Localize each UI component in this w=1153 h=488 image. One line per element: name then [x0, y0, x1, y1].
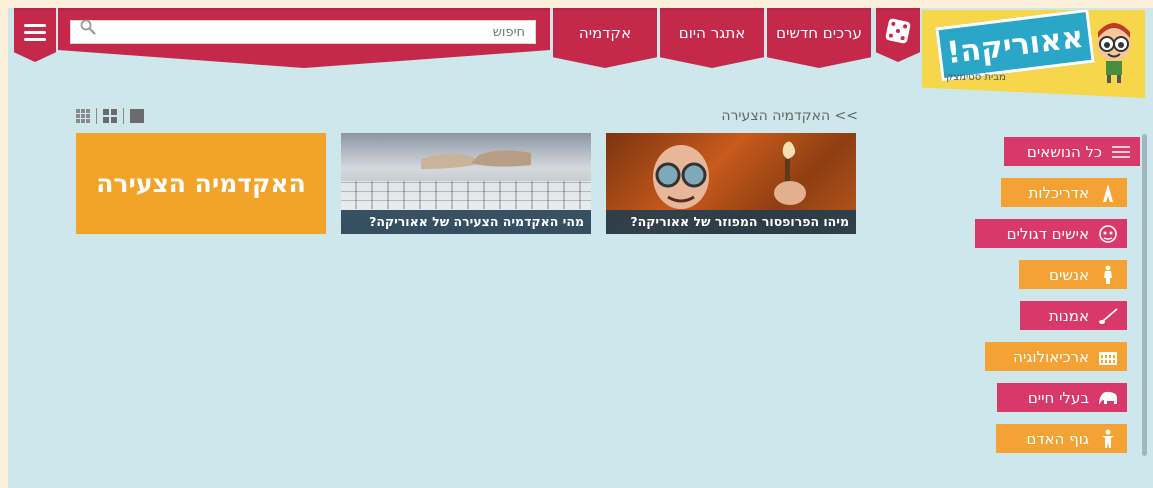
list-icon — [1112, 145, 1130, 158]
top-navigation-bar: אקדמיה אתגר היום ערכים חדשים אאוריקה! מב… — [8, 8, 1153, 98]
sidebar-item-archaeology[interactable]: ארכיאולוגיה — [985, 342, 1127, 371]
sidebar-item-human-body[interactable]: גוף האדם — [996, 424, 1127, 453]
eiffel-tower-icon — [1103, 183, 1113, 202]
logo-subtitle: מבית סטימצקי — [944, 72, 1006, 83]
sidebar-item-label: אישים דגולים — [1006, 224, 1089, 243]
section-card-title: האקדמיה הצעירה — [96, 169, 306, 198]
search-bar-tab — [58, 8, 550, 68]
sidebar-item-label: ארכיאולוגיה — [1013, 347, 1089, 366]
paintbrush-icon — [1099, 307, 1118, 324]
search-box — [70, 18, 536, 44]
sidebar-item-art[interactable]: אמנות — [1020, 301, 1127, 330]
random-entry-button[interactable] — [876, 8, 920, 62]
sidebar-item-label: אמנות — [1048, 306, 1089, 325]
sidebar-item-label: גוף האדם — [1026, 429, 1089, 448]
search-icon[interactable] — [79, 18, 97, 36]
sidebar-scrollbar[interactable] — [1142, 134, 1147, 456]
torch-icon — [774, 141, 806, 205]
breadcrumb[interactable]: >> האקדמיה הצעירה — [608, 108, 858, 124]
sidebar-item-architecture[interactable]: אדריכלות — [1001, 178, 1127, 207]
nav-tab-label: ערכים חדשים — [776, 24, 862, 42]
article-card-professor[interactable]: מיהו הפרופסור המפוזר של אאוריקה? — [606, 133, 856, 234]
search-input[interactable] — [97, 23, 527, 41]
elephant-icon — [1099, 391, 1117, 404]
einstein-face-icon — [1099, 224, 1117, 243]
section-card-young-academy[interactable]: האקדמיה הצעירה — [76, 133, 326, 234]
nav-tab-academy[interactable]: אקדמיה — [553, 8, 657, 68]
sidebar-item-label: אנשים — [1049, 265, 1089, 284]
grid-large-view-icon[interactable] — [103, 109, 117, 123]
nav-tab-label: אקדמיה — [578, 24, 632, 42]
dice-icon — [884, 17, 912, 45]
logo-title: אאוריקה! — [935, 10, 1095, 82]
card-caption: מיהו הפרופסור המפוזר של אאוריקה? — [606, 210, 856, 234]
view-mode-toggles — [76, 108, 144, 124]
nav-tab-label: אתגר היום — [678, 24, 746, 42]
card-caption: מהי האקדמיה הצעירה של אאוריקה? — [341, 210, 591, 234]
sidebar-item-great-figures[interactable]: אישים דגולים — [975, 219, 1127, 248]
menu-button[interactable] — [14, 8, 56, 62]
professor-photo-icon — [653, 145, 709, 209]
site-logo[interactable]: אאוריקה! מבית סטימצקי — [922, 10, 1145, 98]
sidebar-item-label: אדריכלות — [1028, 183, 1089, 202]
sidebar-item-label: בעלי חיים — [1027, 388, 1089, 407]
professor-mascot-icon — [1097, 23, 1131, 83]
human-body-icon — [1102, 429, 1114, 448]
hamburger-icon — [24, 20, 46, 45]
keyboard-photo — [341, 181, 591, 209]
single-view-icon[interactable] — [130, 109, 144, 123]
article-card-what-is-academy[interactable]: מהי האקדמיה הצעירה של אאוריקה? — [341, 133, 591, 234]
sidebar-item-animals[interactable]: בעלי חיים — [997, 383, 1127, 412]
sidebar-item-all-topics[interactable]: כל הנושאים — [1004, 137, 1140, 166]
colosseum-icon — [1099, 351, 1117, 365]
divider — [96, 108, 97, 124]
grid-small-view-icon[interactable] — [76, 109, 90, 123]
nav-tab-new-entries[interactable]: ערכים חדשים — [767, 8, 871, 68]
sidebar-item-people[interactable]: אנשים — [1019, 260, 1127, 289]
person-icon — [1104, 265, 1112, 284]
nav-tab-daily-challenge[interactable]: אתגר היום — [660, 8, 764, 68]
page: אקדמיה אתגר היום ערכים חדשים אאוריקה! מב… — [8, 8, 1153, 488]
divider — [123, 108, 124, 124]
sidebar-item-label: כל הנושאים — [1026, 142, 1102, 161]
handshake-photo-icon — [421, 150, 531, 169]
